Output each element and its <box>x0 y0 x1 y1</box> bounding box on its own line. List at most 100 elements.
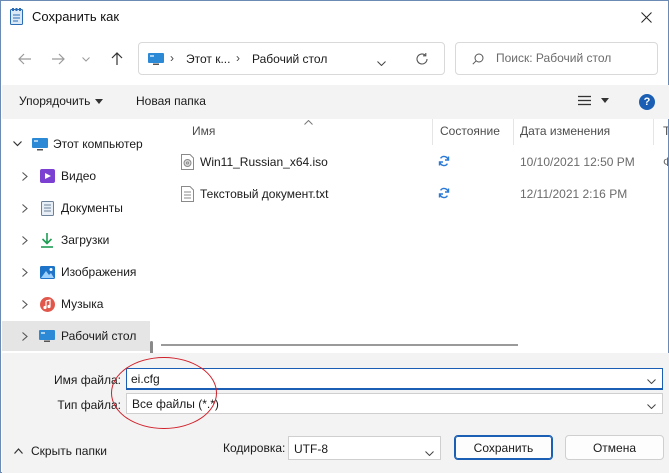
column-header-type[interactable]: Т <box>663 124 668 138</box>
column-header-status[interactable]: Состояние <box>440 124 500 138</box>
column-divider[interactable] <box>513 119 514 145</box>
nav-item-label: Рабочий стол <box>61 329 137 343</box>
disc-image-icon <box>181 154 194 170</box>
nav-item-documents[interactable]: Документы <box>2 193 150 223</box>
chevron-right-icon[interactable] <box>19 171 31 181</box>
file-type: Ф <box>663 155 668 169</box>
breadcrumb-separator: › <box>236 51 240 65</box>
breadcrumb-this-pc[interactable]: Этот к... <box>186 52 230 66</box>
title-bar: Сохранить как <box>1 1 668 33</box>
chevron-down-icon[interactable] <box>11 141 23 147</box>
file-date: 12/11/2021 2:16 PM <box>520 187 628 201</box>
close-icon <box>641 11 652 23</box>
filename-label: Имя файла: <box>54 373 121 387</box>
file-name: Текстовый документ.txt <box>200 187 329 201</box>
hide-folders-toggle[interactable]: Скрыть папки <box>14 444 107 458</box>
search-icon <box>472 53 484 68</box>
breadcrumb-desktop[interactable]: Рабочий стол <box>252 52 327 66</box>
nav-item-music[interactable]: Музыка <box>2 289 150 319</box>
nav-item-pictures[interactable]: Изображения <box>2 257 150 287</box>
column-header-date[interactable]: Дата изменения <box>520 124 610 138</box>
nav-item-this-pc[interactable]: Этот компьютер <box>2 129 150 159</box>
chevron-down-icon <box>377 61 386 67</box>
window-title: Сохранить как <box>32 9 120 24</box>
filetype-label: Тип файла: <box>57 398 121 412</box>
horizontal-scrollbar[interactable] <box>161 344 518 346</box>
computer-icon <box>32 136 48 152</box>
recent-locations-button[interactable] <box>77 47 95 71</box>
documents-icon <box>39 200 55 216</box>
organize-button[interactable]: Упорядочить <box>19 94 104 108</box>
search-box[interactable] <box>455 42 658 75</box>
chevron-right-icon[interactable] <box>19 299 31 309</box>
list-view-icon <box>578 95 591 106</box>
view-options-button[interactable] <box>578 95 609 106</box>
notepad-icon <box>10 8 23 25</box>
help-button[interactable]: ? <box>639 94 655 110</box>
navigation-pane: Этот компьютер Видео Документы Загрузки … <box>2 119 159 353</box>
chevron-right-icon[interactable] <box>19 235 31 245</box>
sync-icon <box>438 155 450 170</box>
column-divider[interactable] <box>653 119 654 145</box>
chevron-down-icon[interactable] <box>647 398 656 412</box>
encoding-label: Кодировка: <box>223 441 286 455</box>
new-folder-button[interactable]: Новая папка <box>136 94 206 108</box>
chevron-down-icon <box>82 56 90 62</box>
desktop-icon <box>39 328 55 344</box>
refresh-button[interactable] <box>415 52 429 69</box>
nav-item-downloads[interactable]: Загрузки <box>2 225 150 255</box>
filetype-select[interactable]: Все файлы (*.*) <box>126 393 663 414</box>
forward-button[interactable] <box>45 47 71 71</box>
nav-item-desktop[interactable]: Рабочий стол <box>2 321 150 351</box>
organize-label: Упорядочить <box>19 94 91 108</box>
file-list: Имя Состояние Дата изменения Т Win11_Rus… <box>161 119 668 353</box>
address-bar[interactable]: › Этот к... › Рабочий стол <box>138 42 445 75</box>
nav-scrollbar[interactable] <box>150 341 153 353</box>
text-file-icon <box>181 186 194 202</box>
chevron-down-icon[interactable] <box>647 373 656 387</box>
new-folder-label: Новая папка <box>136 94 206 108</box>
back-button[interactable] <box>12 47 38 71</box>
chevron-right-icon[interactable] <box>19 331 31 341</box>
up-button[interactable] <box>104 47 130 71</box>
nav-item-label: Документы <box>61 201 123 215</box>
refresh-icon <box>416 53 428 65</box>
sort-ascending-icon <box>304 119 313 127</box>
arrow-left-icon <box>18 53 31 65</box>
downloads-icon <box>39 232 55 248</box>
nav-item-label: Этот компьютер <box>53 137 143 151</box>
address-dropdown-button[interactable] <box>377 55 386 69</box>
caret-down-icon <box>95 98 104 104</box>
file-row[interactable]: Win11_Russian_x64.iso 10/10/2021 12:50 P… <box>161 147 668 177</box>
nav-item-video[interactable]: Видео <box>2 161 150 191</box>
music-icon <box>39 296 55 312</box>
command-bar: Упорядочить Новая папка <box>2 85 669 119</box>
filetype-value: Все файлы (*.*) <box>132 397 219 411</box>
nav-item-label: Загрузки <box>61 233 110 247</box>
file-row[interactable]: Текстовый документ.txt 12/11/2021 2:16 P… <box>161 179 668 209</box>
chevron-right-icon[interactable] <box>19 267 31 277</box>
filename-field[interactable] <box>126 368 663 390</box>
encoding-select[interactable]: UTF-8 <box>288 436 441 460</box>
caret-down-icon <box>601 98 609 103</box>
file-date: 10/10/2021 12:50 PM <box>520 155 635 169</box>
close-button[interactable] <box>625 1 668 33</box>
sync-icon <box>438 187 450 202</box>
column-divider[interactable] <box>432 119 433 145</box>
hide-folders-label: Скрыть папки <box>31 444 107 458</box>
cancel-button[interactable]: Отмена <box>565 435 664 460</box>
filename-input[interactable] <box>131 372 631 386</box>
save-button[interactable]: Сохранить <box>454 435 553 460</box>
search-input[interactable] <box>496 51 651 65</box>
file-name: Win11_Russian_x64.iso <box>200 155 328 169</box>
breadcrumb-separator: › <box>170 51 174 65</box>
encoding-value: UTF-8 <box>294 442 328 456</box>
save-as-dialog: Сохранить как › Этот к... › Рабочий стол <box>0 0 669 473</box>
video-icon <box>39 168 55 184</box>
chevron-right-icon[interactable] <box>19 203 31 213</box>
nav-item-label: Музыка <box>61 297 104 311</box>
chevron-down-icon[interactable] <box>425 445 434 459</box>
arrow-right-icon <box>52 53 65 65</box>
column-header-name[interactable]: Имя <box>192 124 215 138</box>
pictures-icon <box>39 264 55 280</box>
